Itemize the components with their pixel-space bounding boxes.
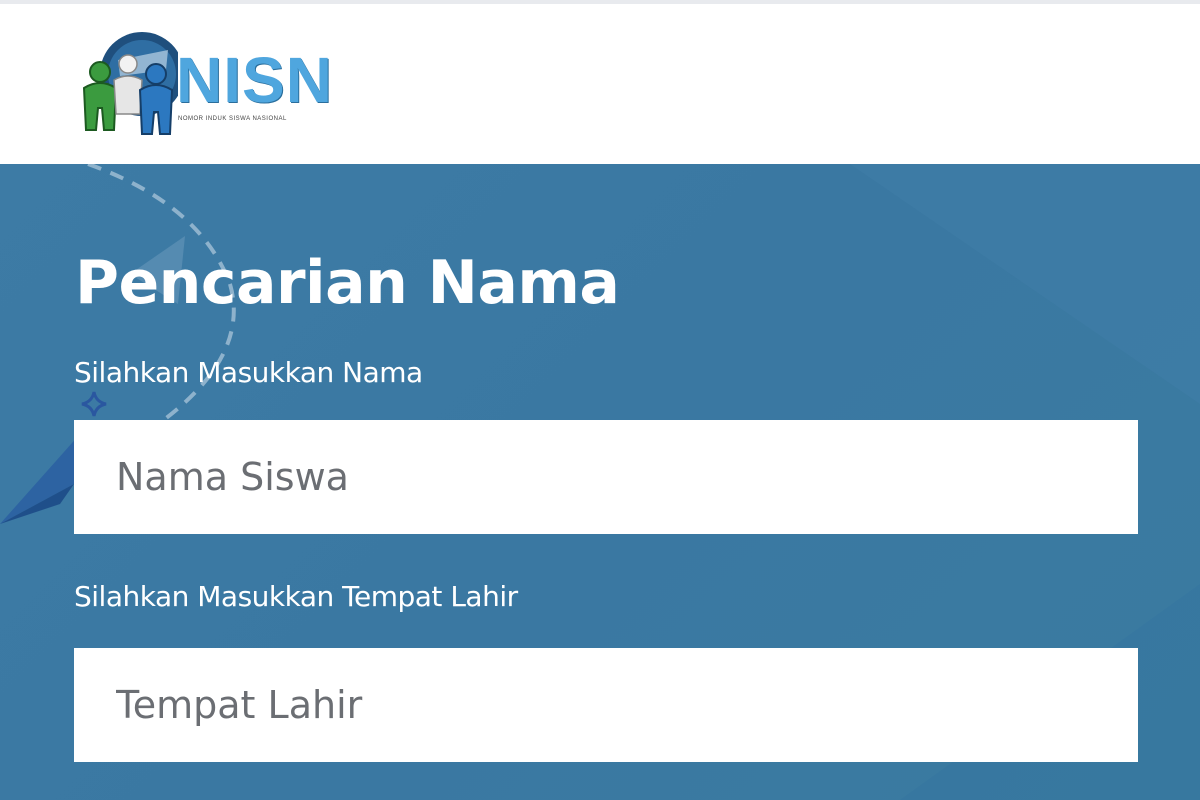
logo-tagline: NOMOR INDUK SISWA NASIONAL [178, 116, 287, 122]
page-title: Pencarian Nama [75, 248, 620, 318]
name-label: Silahkan Masukkan Nama [74, 356, 423, 389]
birthplace-input[interactable] [74, 648, 1138, 762]
site-header: NISN NOMOR INDUK SISWA NASIONAL [0, 4, 1200, 164]
search-section: Pencarian Nama Silahkan Masukkan Nama Si… [0, 164, 1200, 800]
logo-text: NISN [176, 44, 333, 116]
logo-figures-icon [82, 32, 178, 135]
nisn-logo[interactable]: NISN NOMOR INDUK SISWA NASIONAL [78, 30, 348, 142]
student-name-input[interactable] [74, 420, 1138, 534]
birthplace-label: Silahkan Masukkan Tempat Lahir [74, 580, 518, 613]
